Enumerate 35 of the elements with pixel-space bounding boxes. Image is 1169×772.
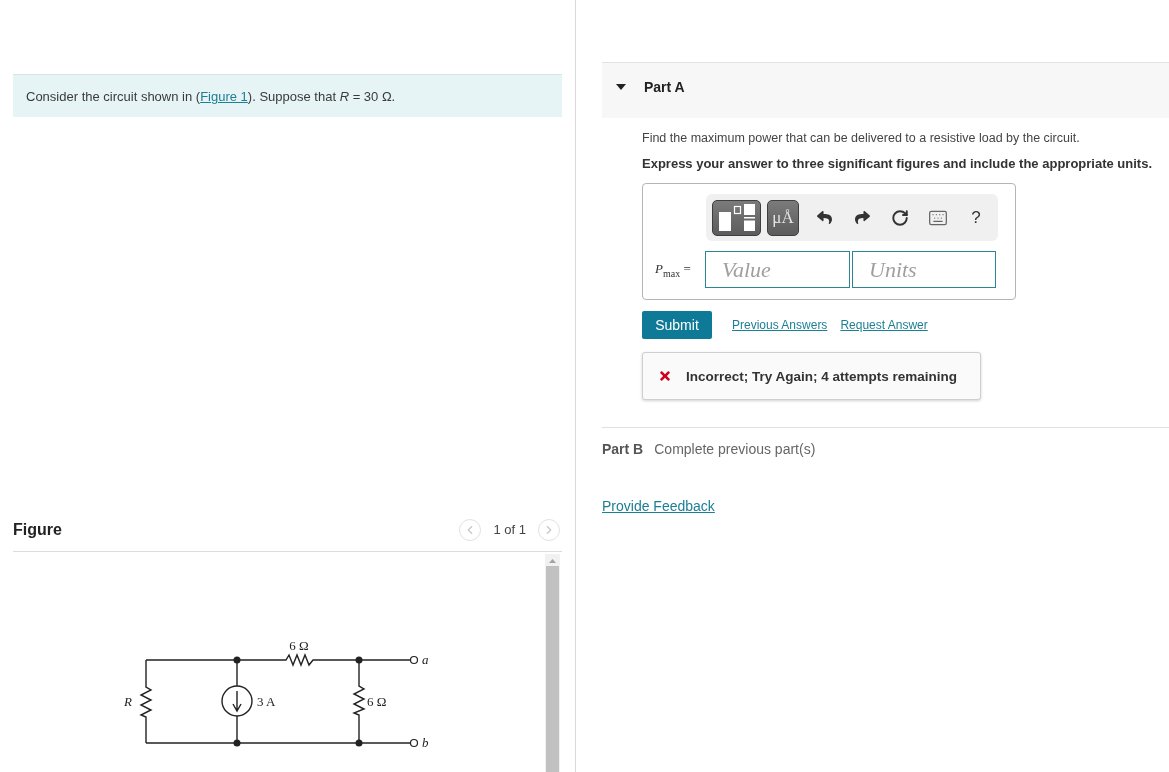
problem-text: Consider the circuit shown in (Figure 1). Suppose that R = 30 Ω. [26,88,396,104]
reset-icon [891,208,909,227]
instruction-text: Express your answer to three significant figures and include the appropriate units. [642,155,1152,173]
resistor-label: 6 Ω [367,693,387,709]
answer-link[interactable]: Request Answer [840,318,928,332]
answer-link[interactable]: Previous Answers [732,318,828,332]
value-field[interactable]: Value [705,251,850,288]
question-text: Find the maximum power that can be delivered to a resistive load by the circuit. [642,130,1080,147]
part-title: Part B [602,441,644,457]
terminal-label: b [422,734,429,750]
undo-icon [816,210,832,225]
resistor-label: 6 Ω [289,637,309,653]
units-field[interactable]: Units [852,251,996,288]
help-button[interactable]: ? [957,199,995,236]
scrollbar-thumb[interactable] [546,565,559,772]
units-button[interactable]: μÅ [767,199,799,236]
caret-down-icon[interactable] [616,84,626,90]
feedback-link[interactable]: Provide Feedback [602,498,715,514]
part-title: Part A [644,79,685,95]
part-status: Complete previous part(s) [654,441,816,457]
submit-button[interactable]: Submit [642,311,712,339]
templates-button[interactable] [712,199,761,236]
terminal-label: a [422,651,429,667]
variable-label: P$_{max}$ = [655,260,692,279]
figure-title: Figure [13,520,62,539]
resistor-label: R [124,693,132,709]
page-counter: 1 of 1 [493,522,526,538]
feedback-text: Incorrect; Try Again; 4 attempts remaining [686,368,958,384]
scroll-up-arrow-icon [549,558,556,563]
figure-link[interactable]: Figure 1 [200,88,248,104]
scrollbar[interactable] [545,553,560,772]
cross-icon [658,369,672,383]
current-source-label: 3 A [257,693,276,709]
templates-icon [718,204,755,231]
redo-icon [854,210,870,225]
